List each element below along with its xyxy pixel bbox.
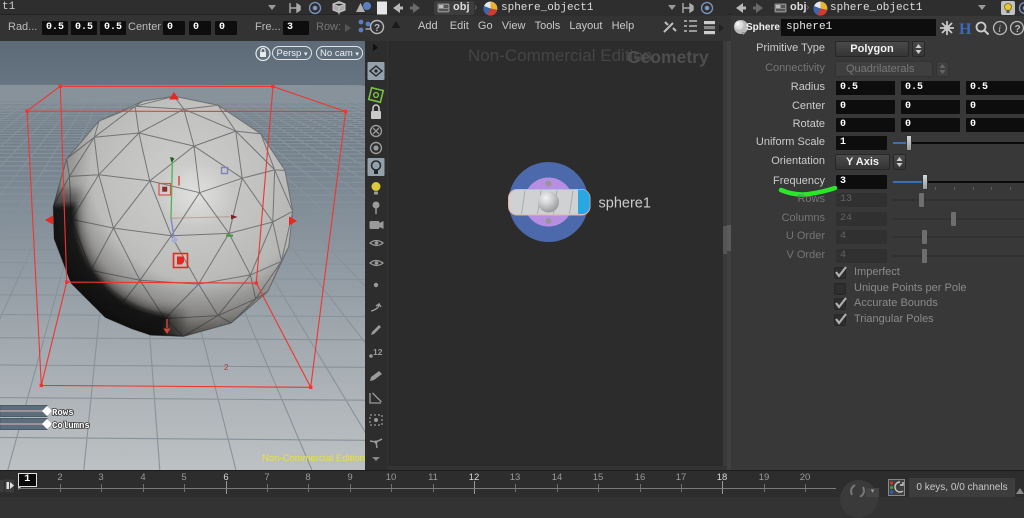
svg-text:H: H [959,21,972,38]
svg-text:sphere1: sphere1 [599,196,651,212]
svg-text:Non-Commercial Edition: Non-Commercial Edition [262,453,365,464]
svg-text:?: ? [374,23,380,34]
svg-text:Rows: Rows [52,408,74,418]
svg-text:2: 2 [224,363,229,372]
svg-text:Non-Commercial Edition: Non-Commercial Edition [468,46,652,65]
svg-text:12: 12 [373,347,383,357]
svg-text:Columns: Columns [52,421,90,431]
svg-text:i: i [998,24,1001,35]
svg-text:?: ? [1015,24,1021,35]
